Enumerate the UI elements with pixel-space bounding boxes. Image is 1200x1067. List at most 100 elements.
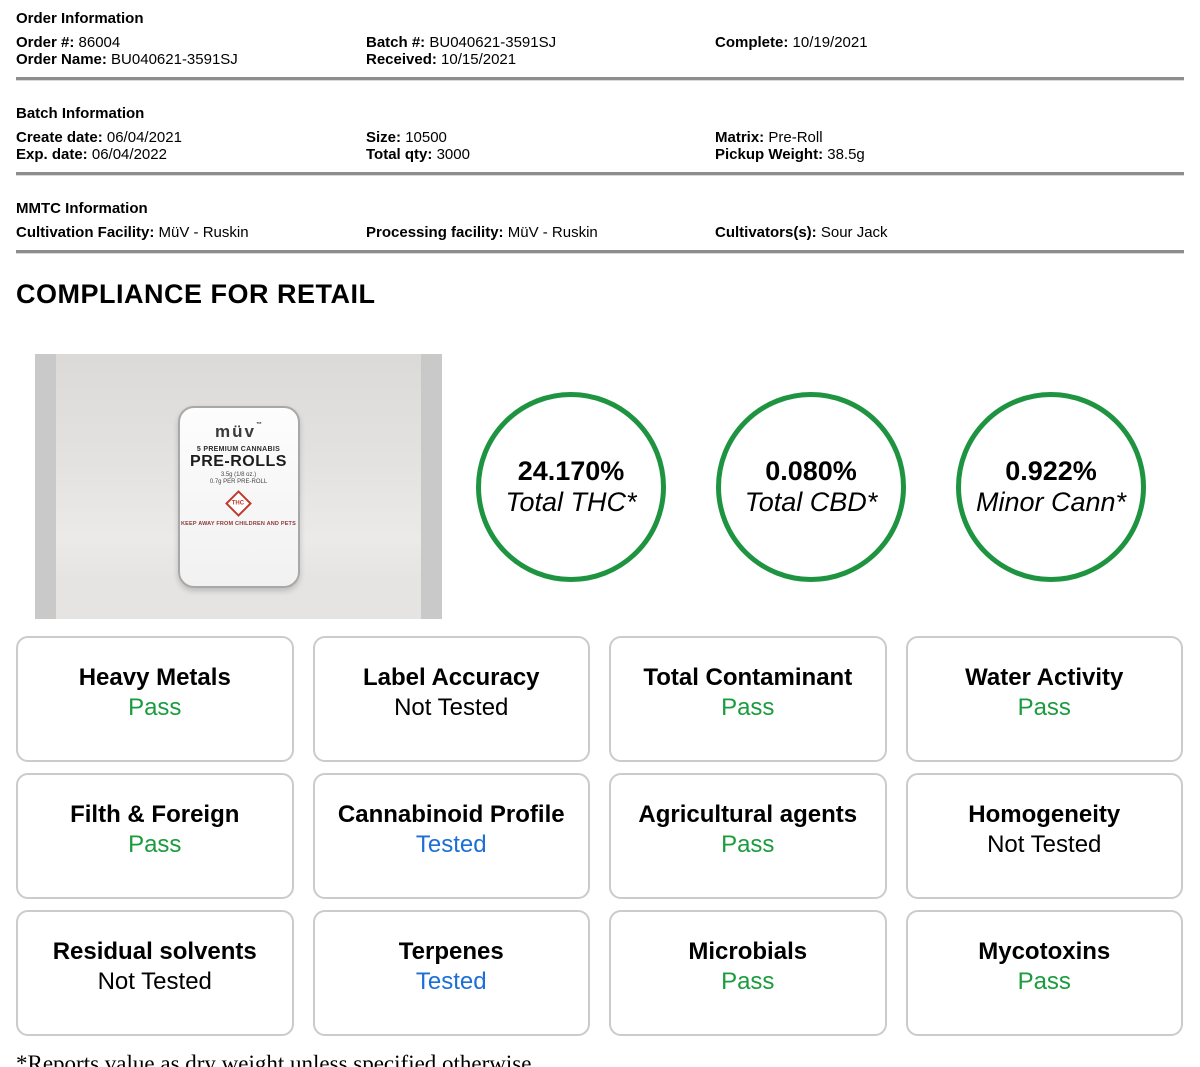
cultivation-facility-value: MüV - Ruskin xyxy=(159,224,249,241)
create-date-label: Create date: xyxy=(16,129,103,146)
total-thc-label: Total THC* xyxy=(505,487,636,518)
cultivation-facility-label: Cultivation Facility: xyxy=(16,224,154,241)
test-status: Pass xyxy=(18,829,292,861)
processing-facility-value: MüV - Ruskin xyxy=(508,224,598,241)
total-qty-field: Total qty: 3000 xyxy=(366,146,715,163)
test-status: Tested xyxy=(315,966,589,998)
test-name: Residual solvents xyxy=(18,938,292,966)
test-name: Label Accuracy xyxy=(315,664,589,692)
total-cbd-value: 0.080% xyxy=(765,456,857,487)
cultivation-facility-field: Cultivation Facility: MüV - Ruskin xyxy=(16,224,366,241)
batch-number-field: Batch #: BU040621-3591SJ xyxy=(366,34,715,51)
complete-date-value: 10/19/2021 xyxy=(793,34,868,51)
tin-premium-cannabis-text: 5 PREMIUM CANNABIS xyxy=(180,446,298,453)
test-status: Pass xyxy=(611,829,885,861)
dry-weight-footnote: *Reports value as dry weight unless spec… xyxy=(16,1051,1184,1067)
test-name: Water Activity xyxy=(908,664,1182,692)
batch-number-label: Batch #: xyxy=(366,34,425,51)
tin-pre-rolls-text: PRE-ROLLS xyxy=(180,453,298,471)
tin-keep-away-warning: KEEP AWAY FROM CHILDREN AND PETS xyxy=(180,521,298,527)
test-card-cannabinoid-profile: Cannabinoid Profile Tested xyxy=(313,773,591,899)
cannabinoid-circles-row: 24.170% Total THC* 0.080% Total CBD* 0.9… xyxy=(476,392,1146,619)
product-photo: müv™ 5 PREMIUM CANNABIS PRE-ROLLS 3.5g (… xyxy=(35,354,442,619)
section-divider xyxy=(16,172,1184,176)
minor-cann-circle: 0.922% Minor Cann* xyxy=(956,392,1146,582)
test-status: Pass xyxy=(908,966,1182,998)
test-card-terpenes: Terpenes Tested xyxy=(313,910,591,1036)
section-divider xyxy=(16,77,1184,81)
matrix-label: Matrix: xyxy=(715,129,764,146)
order-info-column-1: Order #: 86004 Order Name: BU040621-3591… xyxy=(16,34,366,68)
order-info-column-3: Complete: 10/19/2021 xyxy=(715,34,1184,68)
create-date-field: Create date: 06/04/2021 xyxy=(16,129,366,146)
test-status: Pass xyxy=(18,692,292,724)
test-name: Microbials xyxy=(611,938,885,966)
complete-date-field: Complete: 10/19/2021 xyxy=(715,34,1184,51)
mmtc-information-section: MMTC Information Cultivation Facility: M… xyxy=(16,200,1184,241)
test-card-water-activity: Water Activity Pass xyxy=(906,636,1184,762)
batch-information-grid: Create date: 06/04/2021 Exp. date: 06/04… xyxy=(16,129,1184,163)
photo-background-bar-left xyxy=(35,354,56,619)
exp-date-label: Exp. date: xyxy=(16,146,88,163)
test-card-heavy-metals: Heavy Metals Pass xyxy=(16,636,294,762)
muv-brand-text: müv xyxy=(215,422,256,441)
thc-warning-diamond-icon: THC xyxy=(225,490,252,517)
order-number-field: Order #: 86004 xyxy=(16,34,366,51)
test-name: Mycotoxins xyxy=(908,938,1182,966)
batch-information-title: Batch Information xyxy=(16,105,1184,122)
size-field: Size: 10500 xyxy=(366,129,715,146)
mmtc-information-title: MMTC Information xyxy=(16,200,1184,217)
cultivators-value: Sour Jack xyxy=(821,224,888,241)
matrix-value: Pre-Roll xyxy=(768,129,822,146)
processing-facility-label: Processing facility: xyxy=(366,224,504,241)
received-date-value: 10/15/2021 xyxy=(441,51,516,68)
total-qty-label: Total qty: xyxy=(366,146,432,163)
total-qty-value: 3000 xyxy=(437,146,470,163)
test-status: Pass xyxy=(611,692,885,724)
total-cbd-circle: 0.080% Total CBD* xyxy=(716,392,906,582)
test-status: Pass xyxy=(611,966,885,998)
mmtc-info-column-3: Cultivators(s): Sour Jack xyxy=(715,224,1184,241)
muv-brand-logo: müv™ xyxy=(180,422,298,442)
order-name-label: Order Name: xyxy=(16,51,107,68)
test-name: Agricultural agents xyxy=(611,801,885,829)
total-thc-circle: 24.170% Total THC* xyxy=(476,392,666,582)
tin-weight-text: 3.5g (1/8 oz.) 0.7g PER PRE-ROLL xyxy=(180,472,298,486)
tin-weight-line1: 3.5g (1/8 oz.) xyxy=(180,472,298,479)
pickup-weight-value: 38.5g xyxy=(827,146,865,163)
trademark-symbol: ™ xyxy=(256,422,262,428)
compliance-for-retail-title: COMPLIANCE FOR RETAIL xyxy=(16,279,1184,310)
photo-background-bar-right xyxy=(421,354,442,619)
exp-date-value: 06/04/2022 xyxy=(92,146,167,163)
test-results-grid: Heavy Metals Pass Label Accuracy Not Tes… xyxy=(16,636,1183,1036)
total-cbd-label: Total CBD* xyxy=(745,487,878,518)
minor-cann-value: 0.922% xyxy=(1005,456,1097,487)
pickup-weight-field: Pickup Weight: 38.5g xyxy=(715,146,1184,163)
minor-cann-label: Minor Cann* xyxy=(976,487,1126,518)
order-info-column-2: Batch #: BU040621-3591SJ Received: 10/15… xyxy=(366,34,715,68)
pre-rolls-tin: müv™ 5 PREMIUM CANNABIS PRE-ROLLS 3.5g (… xyxy=(178,406,300,588)
mmtc-information-grid: Cultivation Facility: MüV - Ruskin Proce… xyxy=(16,224,1184,241)
size-label: Size: xyxy=(366,129,401,146)
test-card-agricultural-agents: Agricultural agents Pass xyxy=(609,773,887,899)
received-date-field: Received: 10/15/2021 xyxy=(366,51,715,68)
order-information-section: Order Information Order #: 86004 Order N… xyxy=(16,0,1184,68)
mmtc-info-column-1: Cultivation Facility: MüV - Ruskin xyxy=(16,224,366,241)
batch-info-column-1: Create date: 06/04/2021 Exp. date: 06/04… xyxy=(16,129,366,163)
processing-facility-field: Processing facility: MüV - Ruskin xyxy=(366,224,715,241)
test-name: Heavy Metals xyxy=(18,664,292,692)
test-status: Tested xyxy=(315,829,589,861)
complete-date-label: Complete: xyxy=(715,34,788,51)
batch-info-column-3: Matrix: Pre-Roll Pickup Weight: 38.5g xyxy=(715,129,1184,163)
order-number-label: Order #: xyxy=(16,34,74,51)
batch-number-value: BU040621-3591SJ xyxy=(429,34,556,51)
exp-date-field: Exp. date: 06/04/2022 xyxy=(16,146,366,163)
test-status: Not Tested xyxy=(315,692,589,724)
test-name: Cannabinoid Profile xyxy=(315,801,589,829)
test-status: Not Tested xyxy=(18,966,292,998)
matrix-field: Matrix: Pre-Roll xyxy=(715,129,1184,146)
test-name: Total Contaminant xyxy=(611,664,885,692)
test-card-filth-foreign: Filth & Foreign Pass xyxy=(16,773,294,899)
size-value: 10500 xyxy=(405,129,447,146)
received-date-label: Received: xyxy=(366,51,437,68)
